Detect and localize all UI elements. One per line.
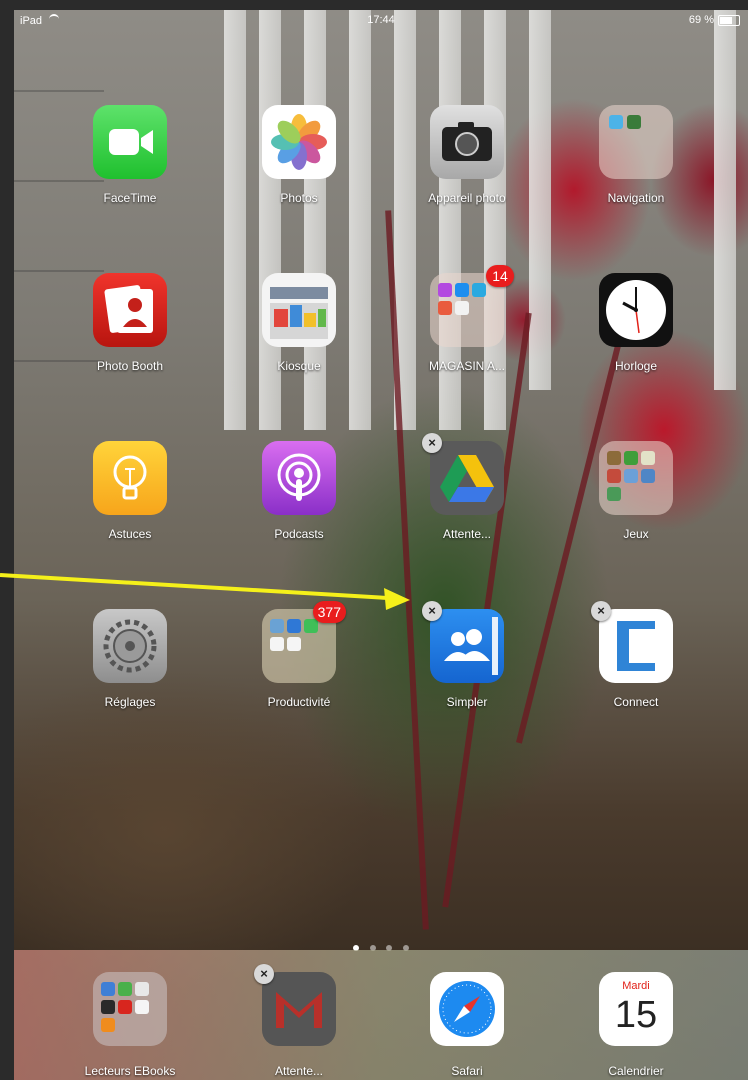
delete-app-button[interactable]: × [591,601,611,621]
notification-badge: 14 [486,265,514,287]
delete-app-button[interactable]: × [254,964,274,984]
delete-app-button[interactable]: × [422,433,442,453]
notification-badge: 377 [312,601,346,623]
annotation-arrow [0,573,410,610]
delete-app-button[interactable]: × [422,601,442,621]
